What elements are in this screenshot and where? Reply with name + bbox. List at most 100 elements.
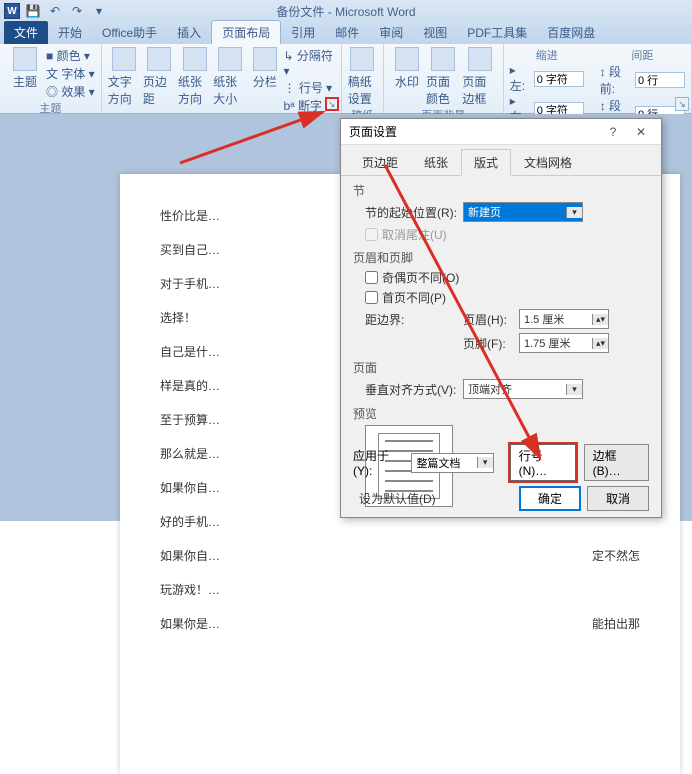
header-distance-input[interactable]: 1.5 厘米▴▾	[519, 309, 609, 329]
theme-fonts[interactable]: 文 字体 ▾	[46, 65, 95, 82]
doc-text: 定不然怎	[592, 544, 640, 568]
tab-home[interactable]: 开始	[48, 21, 92, 44]
header-footer-label: 页眉和页脚	[353, 249, 649, 266]
spinner-icon[interactable]: ▴▾	[592, 338, 608, 349]
first-page-label: 首页不同(P)	[382, 289, 446, 306]
tab-references[interactable]: 引用	[281, 21, 325, 44]
valign-combo[interactable]: 顶端对齐▾	[463, 379, 583, 399]
word-icon: W	[4, 3, 20, 19]
doc-text: 选择！	[160, 311, 196, 325]
doc-text: 如果你是…	[160, 617, 220, 631]
doc-text: 那么就是…	[160, 447, 220, 461]
valign-value: 顶端对齐	[464, 381, 566, 397]
tab-pdf[interactable]: PDF工具集	[457, 21, 537, 44]
theme-colors[interactable]: ■ 颜色 ▾	[46, 47, 95, 64]
watermark-label: 水印	[395, 73, 419, 90]
page-border-label: 页面边框	[462, 73, 496, 107]
set-default-button[interactable]: 设为默认值(D)	[359, 487, 436, 510]
page-color-label: 页面颜色	[426, 73, 460, 107]
indent-left-input[interactable]	[534, 71, 584, 87]
undo-icon[interactable]: ↶	[46, 2, 64, 20]
group-background: 水印 页面颜色 页面边框 页面背景	[384, 44, 504, 113]
tab-file[interactable]: 文件	[4, 21, 48, 44]
paper-size-button[interactable]: 纸张大小	[213, 47, 246, 114]
tab-baidu[interactable]: 百度网盘	[537, 21, 605, 44]
theme-label: 主题	[13, 73, 37, 90]
borders-button[interactable]: 边框(B)…	[584, 444, 649, 481]
doc-text: 对于手机…	[160, 277, 220, 291]
apply-row: 应用于(Y): 整篇文档▾ 行号(N)… 边框(B)…	[353, 444, 649, 481]
theme-effects[interactable]: ◎ 效果 ▾	[46, 83, 95, 100]
header-footer-group: 页眉和页脚 奇偶页不同(O) 首页不同(P) 距边界: 页眉(H): 1.5 厘…	[353, 249, 649, 353]
cancel-button[interactable]: 取消	[587, 486, 649, 511]
redo-icon[interactable]: ↷	[68, 2, 86, 20]
apply-combo[interactable]: 整篇文档▾	[411, 453, 493, 473]
footer-distance-value: 1.75 厘米	[520, 335, 592, 351]
doc-text: 玩游戏！…	[160, 583, 220, 597]
page-border-button[interactable]: 页面边框	[462, 47, 496, 107]
qat-customize-icon[interactable]: ▾	[90, 2, 108, 20]
section-start-value: 新建页	[464, 204, 566, 220]
odd-even-checkbox[interactable]	[365, 271, 378, 284]
paper-settings-button[interactable]: 稿纸设置	[348, 47, 377, 107]
dlg-tab-margin[interactable]: 页边距	[349, 149, 411, 175]
dialog-footer: 设为默认值(D) 确定 取消	[353, 486, 649, 511]
spacing-heading: 间距	[600, 47, 685, 63]
tab-layout[interactable]: 页面布局	[211, 20, 281, 44]
close-icon[interactable]: ✕	[629, 125, 653, 139]
section-start-label: 节的起始位置(R):	[365, 204, 457, 221]
columns-button[interactable]: 分栏	[248, 47, 281, 114]
save-icon[interactable]: 💾	[24, 2, 42, 20]
footer-distance-input[interactable]: 1.75 厘米▴▾	[519, 333, 609, 353]
preview-label: 预览	[353, 405, 649, 422]
dlg-tab-grid[interactable]: 文档网格	[511, 149, 585, 175]
text-direction-button[interactable]: 文字方向	[108, 47, 141, 114]
tab-office[interactable]: Office助手	[92, 21, 167, 44]
breaks-button[interactable]: ↳ 分隔符 ▾	[283, 47, 334, 78]
page-color-button[interactable]: 页面颜色	[426, 47, 460, 107]
tab-insert[interactable]: 插入	[167, 21, 211, 44]
doc-text: 好的手机…	[160, 515, 220, 529]
dlg-tab-paper[interactable]: 纸张	[411, 149, 461, 175]
space-before-input[interactable]	[635, 72, 685, 88]
ok-button[interactable]: 确定	[519, 486, 581, 511]
page-setup-launcher[interactable]: ↘	[325, 97, 339, 111]
theme-button[interactable]: 主题	[6, 47, 44, 100]
apply-value: 整篇文档	[412, 455, 476, 471]
doc-text: 如果你自…	[160, 481, 220, 495]
chevron-down-icon[interactable]: ▾	[566, 384, 582, 395]
dialog-titlebar[interactable]: 页面设置 ? ✕	[341, 119, 661, 145]
group-paper: 稿纸设置 稿纸	[342, 44, 384, 113]
page-group-label: 页面	[353, 359, 649, 376]
space-before-label: ↕ 段前:	[600, 63, 631, 97]
apply-label: 应用于(Y):	[353, 447, 403, 478]
margins-label: 页边距	[143, 73, 176, 107]
help-icon[interactable]: ?	[601, 125, 625, 139]
page-group: 页面 垂直对齐方式(V): 顶端对齐▾	[353, 359, 649, 399]
odd-even-label: 奇偶页不同(O)	[382, 269, 459, 286]
watermark-button[interactable]: 水印	[390, 47, 424, 107]
paper-settings-label: 稿纸设置	[348, 73, 377, 107]
chevron-down-icon[interactable]: ▾	[566, 207, 582, 218]
margins-button[interactable]: 页边距	[143, 47, 176, 114]
doc-text: 至于预算…	[160, 413, 220, 427]
line-numbers-button[interactable]: ⋮ 行号 ▾	[283, 79, 334, 96]
group-theme: 主题 ■ 颜色 ▾ 文 字体 ▾ ◎ 效果 ▾ 主题	[0, 44, 102, 113]
doc-text: 性价比是…	[160, 209, 220, 223]
tab-review[interactable]: 审阅	[369, 21, 413, 44]
line-numbers-button[interactable]: 行号(N)…	[510, 444, 576, 481]
chevron-down-icon[interactable]: ▾	[477, 457, 493, 468]
header-distance-value: 1.5 厘米	[520, 311, 592, 327]
orientation-label: 纸张方向	[178, 73, 211, 107]
dlg-tab-layout[interactable]: 版式	[461, 149, 511, 176]
columns-label: 分栏	[253, 73, 277, 90]
first-page-checkbox[interactable]	[365, 291, 378, 304]
tab-mail[interactable]: 邮件	[325, 21, 369, 44]
spinner-icon[interactable]: ▴▾	[592, 314, 608, 325]
paragraph-launcher[interactable]: ↘	[675, 97, 689, 111]
tab-view[interactable]: 视图	[413, 21, 457, 44]
dialog-title: 页面设置	[349, 123, 597, 140]
doc-text: 买到自己…	[160, 243, 220, 257]
section-start-combo[interactable]: 新建页 ▾	[463, 202, 583, 222]
orientation-button[interactable]: 纸张方向	[178, 47, 211, 114]
